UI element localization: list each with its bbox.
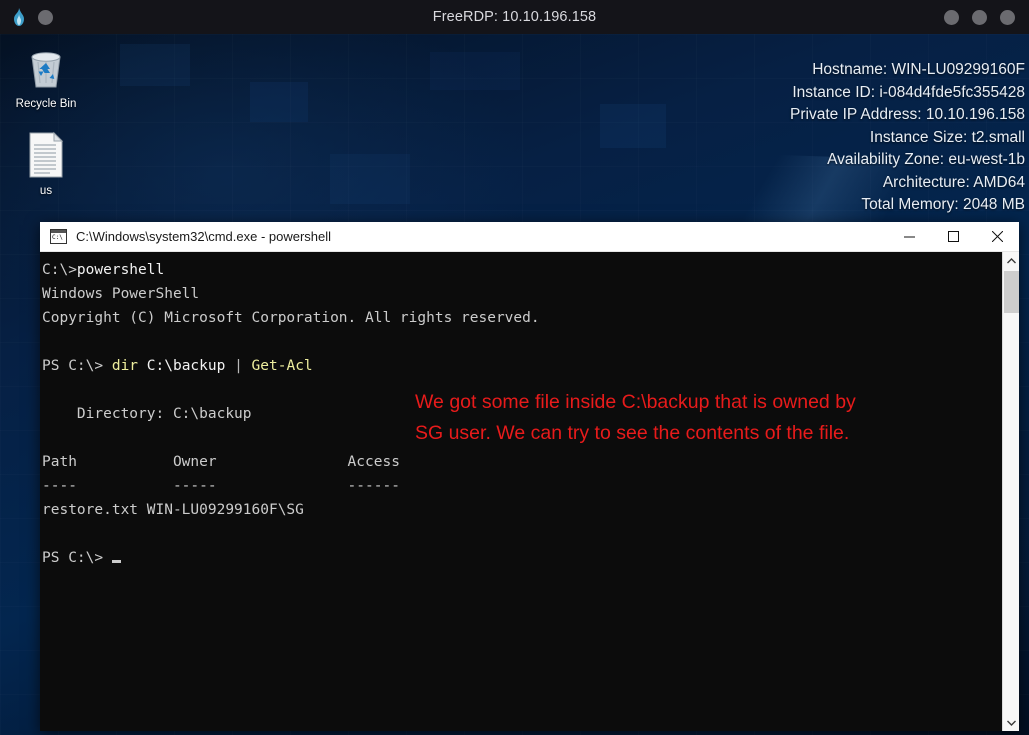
- maximize-button[interactable]: [931, 222, 975, 252]
- rdp-close-button[interactable]: [1000, 9, 1015, 25]
- system-info-overlay: Hostname: WIN-LU09299160F Instance ID: i…: [790, 59, 1025, 217]
- output-row-restore-txt: restore.txt WIN-LU09299160F\SG: [42, 502, 304, 518]
- annotation-text: We got some file inside C:\backup that i…: [415, 391, 856, 444]
- sysinfo-availability-zone: Availability Zone: eu-west-1b: [827, 151, 1025, 168]
- console-window[interactable]: C:\Windows\system32\cmd.exe - powershell…: [40, 222, 1019, 731]
- console-scrollbar[interactable]: [1002, 252, 1019, 731]
- close-button[interactable]: [975, 222, 1019, 252]
- freerdp-window: FreeRDP: 10.10.196.158 Recycle Bin us Ho…: [0, 0, 1029, 735]
- console-titlebar[interactable]: C:\Windows\system32\cmd.exe - powershell: [40, 222, 1019, 252]
- line-command-powershell: powershell: [76, 262, 165, 278]
- sysinfo-hostname: Hostname: WIN-LU09299160F: [812, 61, 1025, 78]
- desktop-icon-text-document[interactable]: us: [8, 129, 84, 198]
- minimize-button[interactable]: [887, 222, 931, 252]
- line-prompt-3: PS C:\>: [42, 550, 112, 566]
- recycle-bin-icon: [8, 42, 84, 92]
- text-cursor: [111, 560, 121, 563]
- rdp-window-title: FreeRDP: 10.10.196.158: [432, 9, 597, 25]
- sysinfo-instance-id: Instance ID: i-084d4fde5fc355428: [792, 83, 1025, 101]
- sysinfo-instance-size: Instance Size: t2.small: [869, 128, 1025, 146]
- output-column-rules: ---- ----- ------: [42, 478, 400, 494]
- output-directory-header: Directory: C:\backup: [42, 406, 252, 422]
- console-window-controls: [887, 222, 1019, 252]
- line-banner-1: Windows PowerShell: [42, 286, 200, 302]
- windows-desktop[interactable]: Recycle Bin us Hostname: WIN-LU09299160F…: [0, 34, 1029, 735]
- cmd-icon: [50, 229, 67, 244]
- rdp-maximize-button[interactable]: [972, 9, 987, 25]
- scroll-down-arrow[interactable]: [1003, 714, 1019, 731]
- desktop-icon-label: us: [39, 185, 53, 197]
- line-prompt-2: PS C:\>: [42, 358, 112, 374]
- desktop-icon-label: Recycle Bin: [15, 98, 77, 110]
- sysinfo-private-ip: Private IP Address: 10.10.196.158: [790, 106, 1025, 123]
- line-command-arg: C:\backup: [138, 358, 235, 374]
- console-window-title: C:\Windows\system32\cmd.exe - powershell: [76, 229, 332, 244]
- desktop-icon-recycle-bin[interactable]: Recycle Bin: [8, 42, 84, 111]
- scroll-thumb[interactable]: [1004, 271, 1019, 313]
- rdp-titlebar: FreeRDP: 10.10.196.158: [0, 0, 1029, 34]
- line-command-dir: dir: [111, 358, 139, 374]
- sysinfo-architecture: Architecture: AMD64: [882, 173, 1025, 191]
- rdp-window-controls: [944, 0, 1015, 34]
- scroll-up-arrow[interactable]: [1003, 252, 1019, 269]
- line-banner-2: Copyright (C) Microsoft Corporation. All…: [42, 310, 540, 326]
- line-prompt-1: C:\>: [42, 262, 77, 278]
- line-command-getacl: Get-Acl: [242, 358, 313, 374]
- text-file-icon: [8, 129, 84, 179]
- sysinfo-total-memory: Total Memory: 2048 MB: [861, 196, 1025, 213]
- line-command-pipe: |: [234, 358, 243, 374]
- rdp-minimize-button[interactable]: [944, 9, 959, 25]
- output-column-headers: Path Owner Access: [42, 454, 400, 470]
- console-output-area[interactable]: C:\>powershell Windows PowerShell Copyri…: [40, 252, 1019, 731]
